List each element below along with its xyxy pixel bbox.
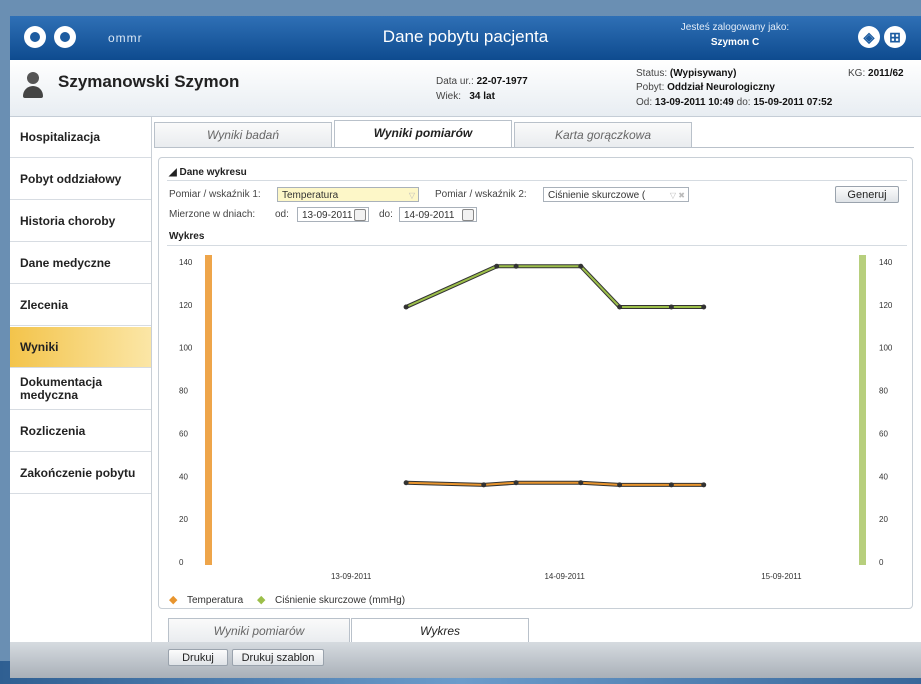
data-point[interactable] bbox=[701, 482, 707, 488]
y-axis-left: 0 20 40 60 80 100 120 140 bbox=[179, 258, 193, 567]
y-tick-label-left: 80 bbox=[179, 387, 188, 396]
chart-legend: ◆ Temperatura ◆ Ciśnienie skurczowe (mmH… bbox=[169, 594, 405, 606]
data-point[interactable] bbox=[701, 304, 707, 310]
to-label: do: bbox=[736, 97, 751, 108]
tab-karta-goraczkowa[interactable]: Karta gorączkowa bbox=[514, 122, 692, 147]
y-axis-right: 0 20 40 60 80 100 120 140 bbox=[879, 258, 893, 567]
sidebar-item-zlecenia[interactable]: Zlecenia bbox=[10, 285, 151, 326]
bottom-toolbar: Drukuj Drukuj szablon bbox=[10, 642, 921, 678]
age-info: Wiek: 34 lat bbox=[436, 91, 495, 102]
y-tick-label-right: 20 bbox=[879, 515, 888, 524]
patient-header: Szymanowski Szymon Data ur.: 22-07-1977 … bbox=[10, 60, 921, 117]
data-point[interactable] bbox=[617, 304, 623, 310]
from-label: Od: bbox=[636, 97, 653, 108]
sidebar-item-historia-choroby[interactable]: Historia choroby bbox=[10, 201, 151, 242]
sidebar-item-pobyt-oddzialowy[interactable]: Pobyt oddziałowy bbox=[10, 159, 151, 200]
x-tick-label: 13-09-2011 bbox=[331, 572, 372, 581]
sidebar-item-dokumentacja-medyczna[interactable]: Dokumentacja medyczna bbox=[10, 369, 151, 410]
login-user[interactable]: Szymon C bbox=[711, 37, 759, 48]
data-point[interactable] bbox=[668, 304, 674, 310]
to-value: 15-09-2011 07:52 bbox=[753, 97, 833, 108]
chart-series bbox=[403, 263, 707, 488]
age-label: Wiek: bbox=[436, 91, 461, 102]
login-info: Jesteś zalogowany jako: Szymon C bbox=[660, 20, 810, 50]
y-tick-label-left: 20 bbox=[179, 515, 188, 524]
results-tabs: Wyniki badań Wyniki pomiarów Karta gorąc… bbox=[154, 120, 911, 148]
x-tick-label: 15-09-2011 bbox=[761, 572, 802, 581]
data-point[interactable] bbox=[513, 263, 519, 269]
status-label: Status: bbox=[636, 68, 668, 79]
kg-label: KG: bbox=[848, 68, 866, 79]
y-tick-label-right: 100 bbox=[879, 344, 893, 353]
patient-name: Szymanowski Szymon bbox=[58, 72, 240, 91]
status-info: Status: (Wypisywany) bbox=[636, 68, 736, 79]
y-tick-label-right: 120 bbox=[879, 301, 893, 310]
tab-wyniki-pomiarow-list[interactable]: Wyniki pomiarów bbox=[168, 618, 350, 643]
sidebar-item-hospitalizacja[interactable]: Hospitalizacja bbox=[10, 117, 151, 158]
y-tick-label-right: 40 bbox=[879, 472, 888, 481]
legend-marker-cisnienie: ◆ bbox=[257, 594, 266, 606]
stay-info: Pobyt: Oddział Neurologiczny bbox=[636, 82, 775, 93]
print-template-button[interactable]: Drukuj szablon bbox=[232, 649, 324, 666]
data-point[interactable] bbox=[403, 480, 409, 486]
y-tick-label-left: 0 bbox=[179, 558, 184, 567]
y-tick-label-left: 100 bbox=[179, 344, 193, 353]
dob-value: 22-07-1977 bbox=[476, 76, 528, 87]
tab-divider bbox=[154, 147, 914, 148]
kg-info: KG: 2011/62 bbox=[848, 68, 904, 79]
legend-label-temperatura[interactable]: Temperatura bbox=[187, 595, 244, 606]
data-point[interactable] bbox=[481, 482, 487, 488]
app-window: ommr Dane pobytu pacjenta Jesteś zalogow… bbox=[10, 16, 921, 678]
data-point[interactable] bbox=[494, 263, 500, 269]
data-point[interactable] bbox=[578, 263, 584, 269]
print-button[interactable]: Drukuj bbox=[168, 649, 228, 666]
status-value: (Wypisywany) bbox=[669, 68, 737, 79]
kg-value: 2011/62 bbox=[868, 68, 904, 79]
x-tick-label: 14-09-2011 bbox=[544, 572, 585, 581]
y-tick-label-left: 40 bbox=[179, 472, 188, 481]
sidebar-item-zakonczenie-pobytu[interactable]: Zakończenie pobytu bbox=[10, 453, 151, 494]
y-tick-label-left: 140 bbox=[179, 258, 193, 267]
data-point[interactable] bbox=[513, 480, 519, 486]
sidebar: Hospitalizacja Pobyt oddziałowy Historia… bbox=[10, 117, 152, 642]
stay-value: Oddział Neurologiczny bbox=[667, 82, 775, 93]
line-chart: 0 20 40 60 80 100 120 140 0 20 40 60 80 100 120 140 13… bbox=[169, 255, 893, 606]
series-line-1 bbox=[405, 265, 704, 308]
dob-info: Data ur.: 22-07-1977 bbox=[436, 76, 528, 87]
tab-wyniki-badan[interactable]: Wyniki badań bbox=[154, 122, 332, 147]
sidebar-item-rozliczenia[interactable]: Rozliczenia bbox=[10, 411, 151, 452]
y-tick-label-right: 80 bbox=[879, 387, 888, 396]
period-info: Od: 13-09-2011 10:49 do: 15-09-2011 07:5… bbox=[636, 97, 832, 108]
y-tick-label-right: 140 bbox=[879, 258, 893, 267]
data-point[interactable] bbox=[668, 482, 674, 488]
top-bar: ommr Dane pobytu pacjenta Jesteś zalogow… bbox=[10, 16, 921, 60]
cube-icon[interactable]: ◈ bbox=[858, 26, 880, 48]
data-point[interactable] bbox=[617, 482, 623, 488]
chart-panel: ◢ Dane wykresu Pomiar / wskaźnik 1: Temp… bbox=[158, 157, 913, 609]
x-axis: 13-09-2011 14-09-2011 15-09-2011 bbox=[331, 572, 802, 581]
sidebar-item-dane-medyczne[interactable]: Dane medyczne bbox=[10, 243, 151, 284]
legend-marker-temperatura: ◆ bbox=[169, 594, 178, 606]
avatar-icon bbox=[22, 72, 44, 102]
legend-label-cisnienie[interactable]: Ciśnienie skurczowe (mmHg) bbox=[275, 595, 405, 606]
tab-wyniki-pomiarow[interactable]: Wyniki pomiarów bbox=[334, 120, 512, 148]
grid-icon[interactable]: ⊞ bbox=[884, 26, 906, 48]
age-value: 34 lat bbox=[469, 91, 495, 102]
left-axis-bar bbox=[205, 255, 212, 565]
data-point[interactable] bbox=[578, 480, 584, 486]
login-label: Jesteś zalogowany jako: bbox=[680, 22, 790, 33]
sidebar-item-wyniki[interactable]: Wyniki bbox=[10, 327, 151, 368]
y-tick-label-left: 120 bbox=[179, 301, 193, 310]
y-tick-label-right: 0 bbox=[879, 558, 884, 567]
stay-label: Pobyt: bbox=[636, 82, 665, 93]
y-tick-label-left: 60 bbox=[179, 429, 188, 438]
dob-label: Data ur.: bbox=[436, 76, 474, 87]
right-axis-bar bbox=[859, 255, 866, 565]
y-tick-label-right: 60 bbox=[879, 429, 888, 438]
data-point[interactable] bbox=[403, 304, 409, 310]
from-value: 13-09-2011 10:49 bbox=[654, 97, 734, 108]
